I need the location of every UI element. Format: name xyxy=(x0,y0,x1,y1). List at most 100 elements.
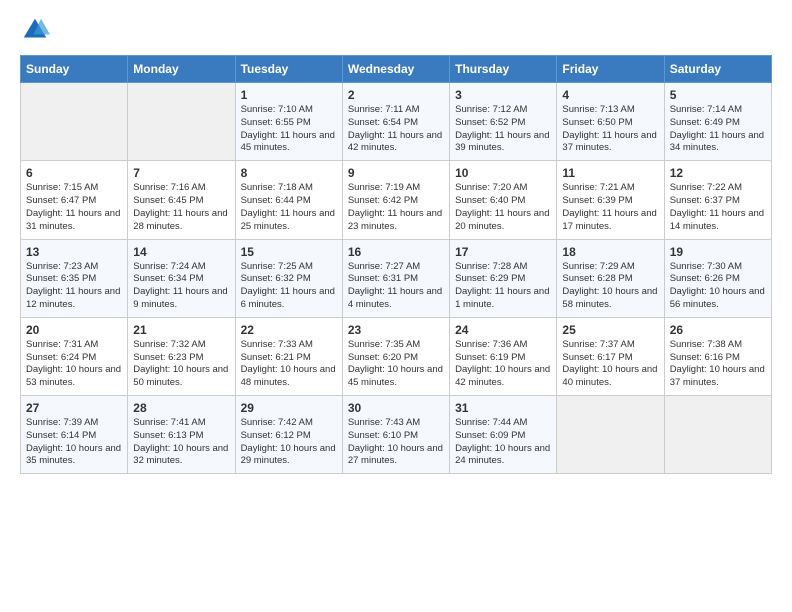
day-number: 19 xyxy=(670,245,766,259)
calendar-cell: 1Sunrise: 7:10 AM Sunset: 6:55 PM Daylig… xyxy=(235,83,342,161)
day-number: 15 xyxy=(241,245,337,259)
day-info: Sunrise: 7:21 AM Sunset: 6:39 PM Dayligh… xyxy=(562,182,658,233)
day-number: 17 xyxy=(455,245,551,259)
day-info: Sunrise: 7:43 AM Sunset: 6:10 PM Dayligh… xyxy=(348,417,444,468)
day-info: Sunrise: 7:23 AM Sunset: 6:35 PM Dayligh… xyxy=(26,261,122,312)
day-number: 13 xyxy=(26,245,122,259)
day-header-wednesday: Wednesday xyxy=(342,56,449,83)
day-info: Sunrise: 7:29 AM Sunset: 6:28 PM Dayligh… xyxy=(562,261,658,312)
day-info: Sunrise: 7:10 AM Sunset: 6:55 PM Dayligh… xyxy=(241,104,337,155)
calendar-cell: 24 Sunrise: 7:36 AM Sunset: 6:19 PM Dayli… xyxy=(450,317,557,395)
day-number: 29 xyxy=(241,401,337,415)
calendar-cell: 18 Sunrise: 7:29 AM Sunset: 6:28 PM Dayli… xyxy=(557,239,664,317)
day-info: Sunrise: 7:41 AM Sunset: 6:13 PM Dayligh… xyxy=(133,417,229,468)
day-number: 28 xyxy=(133,401,229,415)
day-info: Sunrise: 7:30 AM Sunset: 6:26 PM Dayligh… xyxy=(670,261,766,312)
calendar-cell: 29 Sunrise: 7:42 AM Sunset: 6:12 PM Dayli… xyxy=(235,396,342,474)
calendar-cell: 21 Sunrise: 7:32 AM Sunset: 6:23 PM Dayli… xyxy=(128,317,235,395)
calendar-cell xyxy=(21,83,128,161)
day-info: Sunrise: 7:13 AM Sunset: 6:50 PM Dayligh… xyxy=(562,104,658,155)
calendar-cell: 4Sunrise: 7:13 AM Sunset: 6:50 PM Daylig… xyxy=(557,83,664,161)
calendar-cell: 25 Sunrise: 7:37 AM Sunset: 6:17 PM Dayli… xyxy=(557,317,664,395)
day-number: 11 xyxy=(562,166,658,180)
calendar-cell: 3 Sunrise: 7:12 AM Sunset: 6:52 PM Daylig… xyxy=(450,83,557,161)
calendar-cell: 9 Sunrise: 7:19 AM Sunset: 6:42 PM Daylig… xyxy=(342,161,449,239)
day-info: Sunrise: 7:33 AM Sunset: 6:21 PM Dayligh… xyxy=(241,339,337,390)
day-info: Sunrise: 7:19 AM Sunset: 6:42 PM Dayligh… xyxy=(348,182,444,233)
day-number: 20 xyxy=(26,323,122,337)
calendar-cell: 16Sunrise: 7:27 AM Sunset: 6:31 PM Dayli… xyxy=(342,239,449,317)
day-info: Sunrise: 7:25 AM Sunset: 6:32 PM Dayligh… xyxy=(241,261,337,312)
day-number: 26 xyxy=(670,323,766,337)
page: SundayMondayTuesdayWednesdayThursdayFrid… xyxy=(0,0,792,484)
day-number: 3 xyxy=(455,88,551,102)
calendar-cell: 31 Sunrise: 7:44 AM Sunset: 6:09 PM Dayli… xyxy=(450,396,557,474)
day-info: Sunrise: 7:31 AM Sunset: 6:24 PM Dayligh… xyxy=(26,339,122,390)
header xyxy=(20,15,772,45)
calendar-table: SundayMondayTuesdayWednesdayThursdayFrid… xyxy=(20,55,772,474)
day-info: Sunrise: 7:42 AM Sunset: 6:12 PM Dayligh… xyxy=(241,417,337,468)
day-info: Sunrise: 7:14 AM Sunset: 6:49 PM Dayligh… xyxy=(670,104,766,155)
calendar-cell xyxy=(557,396,664,474)
day-header-tuesday: Tuesday xyxy=(235,56,342,83)
calendar-cell: 27 Sunrise: 7:39 AM Sunset: 6:14 PM Dayli… xyxy=(21,396,128,474)
calendar-cell: 17 Sunrise: 7:28 AM Sunset: 6:29 PM Dayli… xyxy=(450,239,557,317)
day-info: Sunrise: 7:38 AM Sunset: 6:16 PM Dayligh… xyxy=(670,339,766,390)
day-info: Sunrise: 7:44 AM Sunset: 6:09 PM Dayligh… xyxy=(455,417,551,468)
calendar-cell: 15 Sunrise: 7:25 AM Sunset: 6:32 PM Dayli… xyxy=(235,239,342,317)
header-row: SundayMondayTuesdayWednesdayThursdayFrid… xyxy=(21,56,772,83)
logo xyxy=(20,15,54,45)
day-info: Sunrise: 7:28 AM Sunset: 6:29 PM Dayligh… xyxy=(455,261,551,312)
calendar-cell: 6 Sunrise: 7:15 AM Sunset: 6:47 PM Daylig… xyxy=(21,161,128,239)
week-row-1: 1Sunrise: 7:10 AM Sunset: 6:55 PM Daylig… xyxy=(21,83,772,161)
day-header-friday: Friday xyxy=(557,56,664,83)
day-number: 8 xyxy=(241,166,337,180)
day-info: Sunrise: 7:22 AM Sunset: 6:37 PM Dayligh… xyxy=(670,182,766,233)
day-info: Sunrise: 7:35 AM Sunset: 6:20 PM Dayligh… xyxy=(348,339,444,390)
day-number: 18 xyxy=(562,245,658,259)
calendar-cell: 2 Sunrise: 7:11 AM Sunset: 6:54 PM Daylig… xyxy=(342,83,449,161)
calendar-cell: 14Sunrise: 7:24 AM Sunset: 6:34 PM Dayli… xyxy=(128,239,235,317)
day-info: Sunrise: 7:18 AM Sunset: 6:44 PM Dayligh… xyxy=(241,182,337,233)
logo-icon xyxy=(20,15,50,45)
day-number: 12 xyxy=(670,166,766,180)
day-number: 25 xyxy=(562,323,658,337)
day-info: Sunrise: 7:37 AM Sunset: 6:17 PM Dayligh… xyxy=(562,339,658,390)
day-info: Sunrise: 7:11 AM Sunset: 6:54 PM Dayligh… xyxy=(348,104,444,155)
day-number: 24 xyxy=(455,323,551,337)
day-number: 9 xyxy=(348,166,444,180)
calendar-cell: 30 Sunrise: 7:43 AM Sunset: 6:10 PM Dayli… xyxy=(342,396,449,474)
day-number: 21 xyxy=(133,323,229,337)
day-number: 23 xyxy=(348,323,444,337)
day-info: Sunrise: 7:39 AM Sunset: 6:14 PM Dayligh… xyxy=(26,417,122,468)
day-info: Sunrise: 7:20 AM Sunset: 6:40 PM Dayligh… xyxy=(455,182,551,233)
day-number: 31 xyxy=(455,401,551,415)
day-info: Sunrise: 7:15 AM Sunset: 6:47 PM Dayligh… xyxy=(26,182,122,233)
day-number: 2 xyxy=(348,88,444,102)
calendar-cell: 12 Sunrise: 7:22 AM Sunset: 6:37 PM Dayli… xyxy=(664,161,771,239)
day-number: 6 xyxy=(26,166,122,180)
day-header-thursday: Thursday xyxy=(450,56,557,83)
day-info: Sunrise: 7:32 AM Sunset: 6:23 PM Dayligh… xyxy=(133,339,229,390)
calendar-cell xyxy=(128,83,235,161)
day-number: 27 xyxy=(26,401,122,415)
calendar-cell: 7Sunrise: 7:16 AM Sunset: 6:45 PM Daylig… xyxy=(128,161,235,239)
calendar-cell: 20 Sunrise: 7:31 AM Sunset: 6:24 PM Dayli… xyxy=(21,317,128,395)
week-row-5: 27 Sunrise: 7:39 AM Sunset: 6:14 PM Dayli… xyxy=(21,396,772,474)
calendar-cell xyxy=(664,396,771,474)
calendar-cell: 8 Sunrise: 7:18 AM Sunset: 6:44 PM Daylig… xyxy=(235,161,342,239)
calendar-cell: 19 Sunrise: 7:30 AM Sunset: 6:26 PM Dayli… xyxy=(664,239,771,317)
day-number: 14 xyxy=(133,245,229,259)
day-info: Sunrise: 7:36 AM Sunset: 6:19 PM Dayligh… xyxy=(455,339,551,390)
calendar-cell: 11 Sunrise: 7:21 AM Sunset: 6:39 PM Dayli… xyxy=(557,161,664,239)
day-number: 22 xyxy=(241,323,337,337)
day-header-sunday: Sunday xyxy=(21,56,128,83)
calendar-cell: 23 Sunrise: 7:35 AM Sunset: 6:20 PM Dayli… xyxy=(342,317,449,395)
day-number: 30 xyxy=(348,401,444,415)
week-row-2: 6 Sunrise: 7:15 AM Sunset: 6:47 PM Daylig… xyxy=(21,161,772,239)
calendar-cell: 13 Sunrise: 7:23 AM Sunset: 6:35 PM Dayli… xyxy=(21,239,128,317)
day-number: 7 xyxy=(133,166,229,180)
day-number: 16 xyxy=(348,245,444,259)
day-info: Sunrise: 7:12 AM Sunset: 6:52 PM Dayligh… xyxy=(455,104,551,155)
calendar-cell: 22 Sunrise: 7:33 AM Sunset: 6:21 PM Dayli… xyxy=(235,317,342,395)
